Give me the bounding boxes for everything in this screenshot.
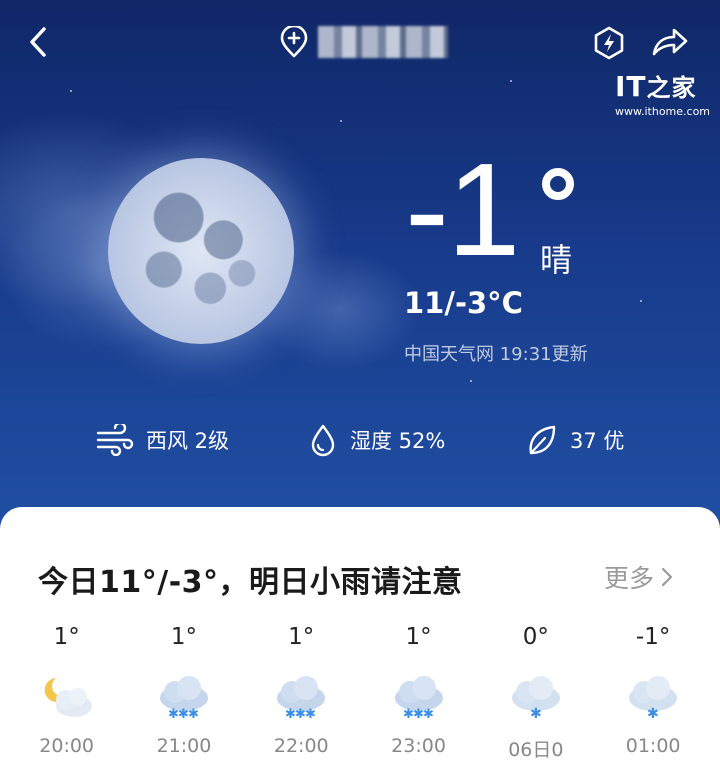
- hourly-temp: 1°: [288, 624, 315, 650]
- wind-stat[interactable]: 西风 2级: [96, 420, 229, 460]
- chevron-left-icon[interactable]: [24, 24, 54, 60]
- hourly-time: 21:00: [156, 735, 212, 757]
- hourly-temp: 1°: [405, 624, 432, 650]
- update-source: 中国天气网 19:31更新: [404, 344, 588, 365]
- air-quality-label: 37 优: [570, 429, 625, 453]
- share-icon[interactable]: [650, 26, 690, 58]
- hourly-time: 06日0: [508, 739, 564, 761]
- snow-cloud-icon: ✱ ✱ ✱: [277, 676, 326, 722]
- hourly-time: 23:00: [391, 735, 446, 757]
- chevron-right-icon: [661, 567, 673, 587]
- star: [340, 120, 342, 122]
- hourly-forecast[interactable]: 1° 20:00 1° ✱ ✱ ✱ 21:00 1° ✱ ✱ ✱ 22:00 1…: [8, 624, 712, 764]
- hourly-temp: -1°: [635, 624, 671, 650]
- moon-illustration: [108, 158, 294, 344]
- light-snow-cloud-icon: ✱: [511, 676, 560, 722]
- hourly-item[interactable]: -1° ✱ 01:00: [594, 624, 711, 764]
- humidity-stat[interactable]: 湿度 52%: [308, 420, 445, 460]
- hourly-temp: 1°: [53, 624, 80, 650]
- svg-text:✱: ✱: [188, 707, 199, 722]
- hourly-item[interactable]: 1° 20:00: [8, 624, 125, 764]
- watermark-url: www.ithome.com: [615, 105, 711, 118]
- more-button[interactable]: 更多: [604, 559, 674, 595]
- watermark: IT之家 www.ithome.com: [615, 70, 715, 119]
- temperature-range: 11/-3°C: [404, 286, 523, 320]
- svg-text:✱: ✱: [647, 706, 659, 722]
- degree-symbol: [542, 168, 574, 200]
- hourly-item[interactable]: 1° ✱ ✱ ✱ 21:00: [125, 624, 242, 764]
- light-snow-cloud-icon: ✱: [629, 676, 678, 722]
- water-drop-icon: [311, 424, 335, 457]
- bolt-badge-icon[interactable]: [592, 26, 626, 60]
- snow-cloud-icon: ✱ ✱ ✱: [159, 676, 208, 722]
- current-temperature: -1: [405, 136, 520, 283]
- svg-text:✱: ✱: [423, 707, 434, 722]
- hourly-temp: 0°: [522, 624, 549, 650]
- hourly-temp: 1°: [170, 624, 198, 650]
- watermark-logo: IT之家: [615, 70, 697, 103]
- more-label: 更多: [604, 564, 655, 593]
- moon-cloud-icon: [44, 678, 92, 717]
- star: [640, 300, 642, 302]
- star: [70, 90, 72, 92]
- wind-icon: [96, 424, 134, 456]
- location-name-redacted[interactable]: [318, 26, 448, 58]
- humidity-label: 湿度 52%: [350, 429, 446, 453]
- hourly-time: 22:00: [273, 735, 329, 757]
- star: [510, 80, 512, 82]
- hourly-item[interactable]: 1° ✱ ✱ ✱ 23:00: [360, 624, 477, 764]
- forecast-card: 今日11°/-3°，明日小雨请注意 更多 1° 20:00 1° ✱ ✱ ✱ 2…: [0, 507, 720, 771]
- air-quality-stat[interactable]: 37 优: [526, 420, 624, 460]
- location-add-icon[interactable]: [278, 24, 310, 58]
- leaf-icon: [529, 425, 556, 455]
- forecast-summary: 今日11°/-3°，明日小雨请注意: [38, 565, 463, 600]
- hourly-time: 20:00: [39, 735, 95, 757]
- current-condition: 晴: [540, 241, 573, 279]
- snow-cloud-icon: ✱ ✱ ✱: [394, 676, 443, 722]
- hourly-time: 01:00: [625, 735, 681, 757]
- svg-text:✱: ✱: [530, 706, 542, 722]
- hourly-item[interactable]: 0° ✱ 06日0: [477, 624, 594, 764]
- svg-text:✱: ✱: [305, 707, 316, 722]
- wind-label: 西风 2级: [146, 429, 230, 453]
- hourly-item[interactable]: 1° ✱ ✱ ✱ 22:00: [243, 624, 360, 764]
- star: [470, 380, 472, 382]
